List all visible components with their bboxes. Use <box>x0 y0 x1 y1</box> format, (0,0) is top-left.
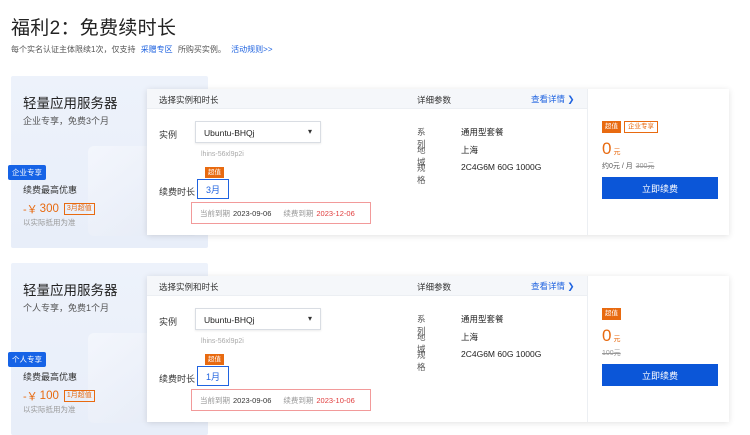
panel-header: 选择实例和时长 详细参数 查看详情 ❯ <box>147 276 587 296</box>
spec-value: 上海 <box>461 332 479 342</box>
duration-option-1m[interactable]: 1月 <box>197 366 229 386</box>
price-tag: 3月超值 <box>63 203 95 215</box>
promo-title: 轻量应用服务器 <box>23 96 118 111</box>
duration-label: 续费时长 <box>159 187 196 197</box>
instance-selected-value: Ubuntu-BHQj <box>204 315 255 325</box>
price-unit: 元 <box>613 149 621 156</box>
renew-now-button[interactable]: 立即续费 <box>602 177 718 199</box>
spec-key: 规格 <box>417 163 426 185</box>
spec-value: 上海 <box>461 145 479 155</box>
rules-text-2: 所购买实例。 <box>177 45 226 54</box>
promo-price: -￥ 100 1月超值 <box>23 388 95 404</box>
promo-price: -￥ 300 3月超值 <box>23 201 95 217</box>
expire-dates: 当前到期 2023-09-06 续费到期 2023-12-06 <box>191 202 371 224</box>
current-expire-date: 2023-09-06 <box>233 208 272 218</box>
instance-select[interactable]: Ubuntu-BHQj ▾ <box>195 308 321 330</box>
panel-header: 选择实例和时长 详细参数 查看详情 ❯ <box>147 89 587 109</box>
personal-badge: 个人专享 <box>8 352 46 367</box>
promo-title: 轻量应用服务器 <box>23 283 118 298</box>
pricing-badges: 超值 企业专享 <box>602 121 658 133</box>
instance-select[interactable]: Ubuntu-BHQj ▾ <box>195 121 321 143</box>
renew-discount-label: 续费最高优惠 <box>23 372 78 382</box>
renew-expire-label: 续费到期 <box>283 395 314 405</box>
gift-zone-link[interactable]: 采赠专区 <box>141 45 173 54</box>
promo-note: 以实际抵用为准 <box>23 218 76 227</box>
price-tag: 1月超值 <box>63 390 95 402</box>
spec-value: 2C4G6M 60G 1000G <box>461 162 542 172</box>
renew-expire-date: 2023-10-06 <box>316 395 355 405</box>
enterprise-tag: 企业专享 <box>624 121 658 133</box>
page-title: 福利2：免费续时长 <box>11 18 177 39</box>
price-amount: 100 <box>39 390 59 402</box>
spec-value: 通用型套餐 <box>461 314 504 324</box>
enterprise-badge: 企业专享 <box>8 165 46 180</box>
original-price: 100元 <box>602 350 621 357</box>
pricing-column: 超值 企业专享 0元 约0元 / 月 300元 立即续费 <box>587 89 729 235</box>
renew-discount-label: 续费最高优惠 <box>23 185 78 195</box>
per-month-text: 约0元 / 月 <box>602 163 633 170</box>
current-expire-label: 当前到期 <box>200 208 230 218</box>
header-select-label: 选择实例和时长 <box>159 282 219 292</box>
original-price: 300元 <box>635 163 655 170</box>
offer-card-enterprise: 轻量应用服务器 企业专享，免费3个月 续费最高优惠 -￥ 300 3月超值 以实… <box>8 76 729 248</box>
instance-label: 实例 <box>159 130 178 140</box>
promo-note: 以实际抵用为准 <box>23 405 76 414</box>
value-badge: 超值 <box>602 308 621 320</box>
renew-expire-date: 2023-12-06 <box>316 208 355 218</box>
renew-now-button[interactable]: 立即续费 <box>602 364 718 386</box>
header-params-label: 详细参数 <box>417 282 452 292</box>
duration-tag: 超值 <box>205 167 224 178</box>
price-amount: 300 <box>39 203 59 215</box>
pricing-badges: 超值 <box>602 308 621 320</box>
current-expire-date: 2023-09-06 <box>233 395 272 405</box>
duration-option-3m[interactable]: 3月 <box>197 179 229 199</box>
offer-card-personal: 轻量应用服务器 个人专享，免费1个月 续费最高优惠 -￥ 100 1月超值 以实… <box>8 263 729 435</box>
instance-id: lhins-56xl9p2i <box>201 151 244 158</box>
chevron-down-icon: ▾ <box>307 314 312 323</box>
instance-id: lhins-56xl9p2i <box>201 338 244 345</box>
view-details-link[interactable]: 查看详情 ❯ <box>531 93 574 105</box>
view-details-link[interactable]: 查看详情 ❯ <box>531 280 574 292</box>
per-month-price: 约0元 / 月 300元 <box>602 161 654 171</box>
instance-selected-value: Ubuntu-BHQj <box>204 128 255 138</box>
renew-price: 0元 <box>602 326 620 346</box>
pricing-column: 超值 0元 100元 立即续费 <box>587 276 729 422</box>
instance-label: 实例 <box>159 317 178 327</box>
promo-subtitle: 企业专享，免费3个月 <box>23 116 110 126</box>
chevron-down-icon: ▾ <box>307 127 312 136</box>
duration-tag: 超值 <box>205 354 224 365</box>
renew-panel: 选择实例和时长 详细参数 查看详情 ❯ 实例 Ubuntu-BHQj ▾ lhi… <box>147 89 729 235</box>
expire-dates: 当前到期 2023-09-06 续费到期 2023-10-06 <box>191 389 371 411</box>
spec-value: 2C4G6M 60G 1000G <box>461 349 542 359</box>
rules-text: 每个实名认证主体限续1次，仅支持 <box>11 45 136 54</box>
renew-price: 0元 <box>602 139 620 159</box>
header-select-label: 选择实例和时长 <box>159 95 219 105</box>
price-prefix: -￥ <box>23 391 38 403</box>
current-expire-label: 当前到期 <box>200 395 230 405</box>
renew-expire-label: 续费到期 <box>283 208 314 218</box>
spec-value: 通用型套餐 <box>461 127 504 137</box>
promo-subtitle: 个人专享，免费1个月 <box>23 303 110 313</box>
spec-key: 规格 <box>417 350 426 372</box>
duration-label: 续费时长 <box>159 374 196 384</box>
activity-rules-link[interactable]: 活动规则>> <box>231 45 272 54</box>
price-value: 0 <box>602 326 612 345</box>
price-prefix: -￥ <box>23 204 38 216</box>
price-value: 0 <box>602 139 612 158</box>
renew-panel: 选择实例和时长 详细参数 查看详情 ❯ 实例 Ubuntu-BHQj ▾ lhi… <box>147 276 729 422</box>
rules-line: 每个实名认证主体限续1次，仅支持 采赠专区 所购买实例。 活动规则>> <box>11 44 276 55</box>
value-badge: 超值 <box>602 121 621 133</box>
price-unit: 元 <box>613 336 621 343</box>
header-params-label: 详细参数 <box>417 95 452 105</box>
